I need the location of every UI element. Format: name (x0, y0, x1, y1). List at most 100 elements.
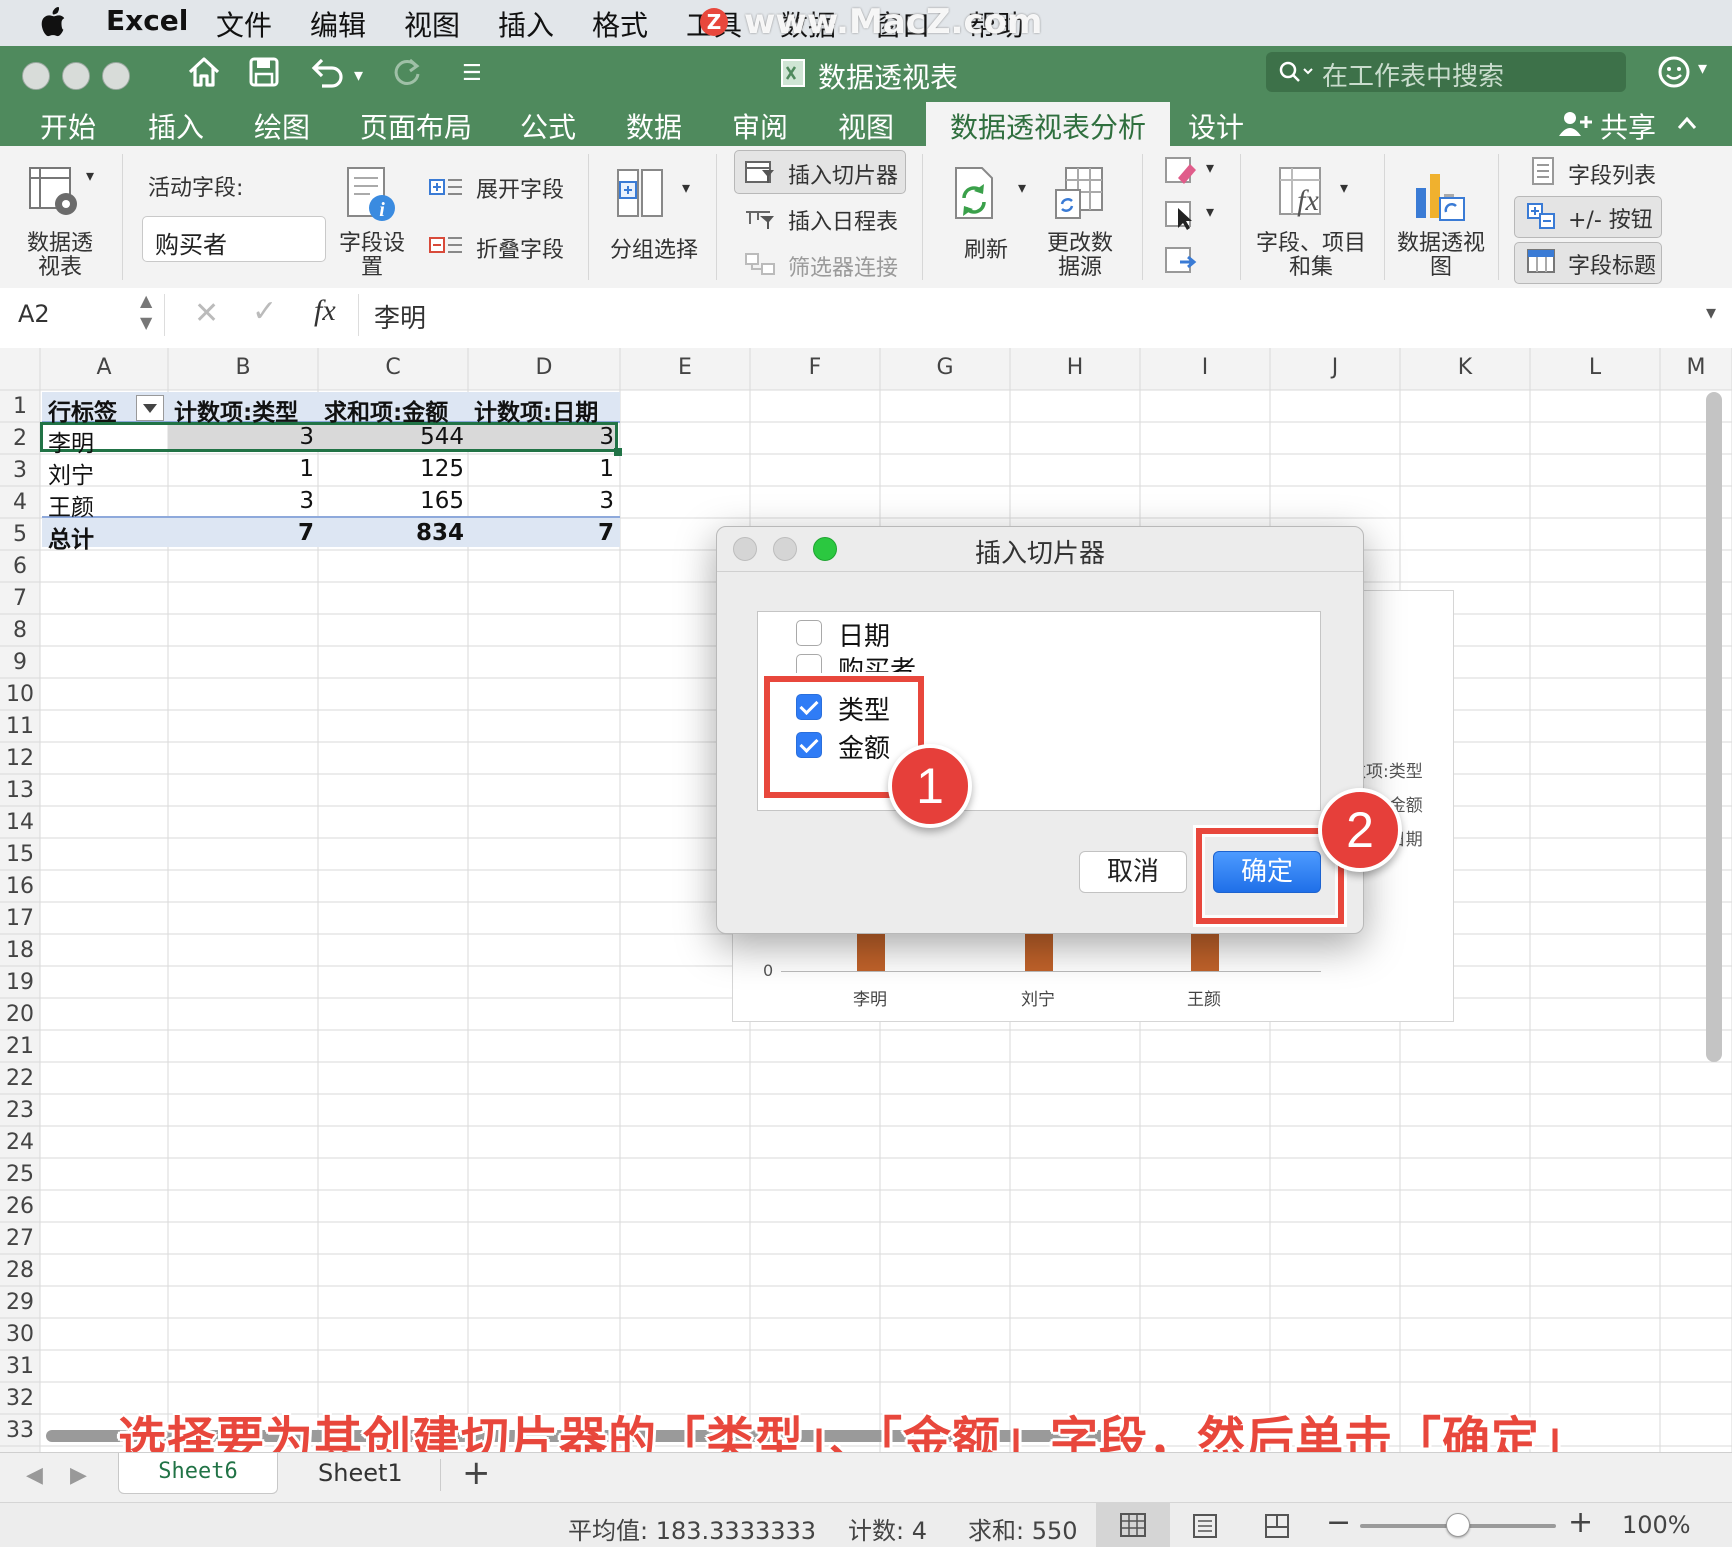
field-settings-icon[interactable]: i (344, 166, 400, 226)
clear-icon[interactable] (1164, 156, 1200, 186)
row-header-20[interactable]: 20 (0, 1002, 40, 1027)
pivot-cell[interactable]: 125 (318, 456, 464, 482)
share-button[interactable]: 共享 (1600, 106, 1656, 146)
row-header-23[interactable]: 23 (0, 1098, 40, 1123)
page-break-view-icon[interactable] (1264, 1513, 1290, 1539)
row-header-18[interactable]: 18 (0, 938, 40, 963)
row-header-11[interactable]: 11 (0, 714, 40, 739)
column-header-J[interactable]: J (1270, 348, 1400, 388)
row-header-26[interactable]: 26 (0, 1194, 40, 1219)
tab-page-layout[interactable]: 页面布局 (360, 106, 472, 146)
row-header-30[interactable]: 30 (0, 1322, 40, 1347)
pivot-cell[interactable]: 3 (168, 424, 314, 450)
function-icon[interactable]: fx (314, 294, 336, 328)
pivot-header-row-labels[interactable]: 行标签 (48, 393, 117, 427)
fields-items-sets-dropdown-icon[interactable]: ▾ (1340, 178, 1348, 197)
column-header-A[interactable]: A (40, 348, 168, 388)
select-icon[interactable] (1164, 200, 1200, 230)
row-header-1[interactable]: 1 (0, 394, 40, 419)
tab-design[interactable]: 设计 (1188, 106, 1244, 146)
active-field-input[interactable]: 购买者 (142, 216, 326, 262)
expand-field-label[interactable]: 展开字段 (476, 172, 564, 204)
row-header-27[interactable]: 27 (0, 1226, 40, 1251)
column-header-I[interactable]: I (1140, 348, 1270, 388)
collapse-ribbon-icon[interactable] (1676, 114, 1698, 132)
row-header-9[interactable]: 9 (0, 650, 40, 675)
row-header-25[interactable]: 25 (0, 1162, 40, 1187)
column-header-D[interactable]: D (468, 348, 620, 388)
normal-view-button[interactable] (1096, 1503, 1170, 1547)
pivot-total-cell[interactable]: 834 (318, 520, 464, 546)
pivot-chart-icon[interactable] (1410, 164, 1470, 224)
group-selection-label[interactable]: 分组选择 (610, 232, 698, 264)
sheet-search-input[interactable]: 在工作表中搜索 (1266, 52, 1626, 92)
page-layout-view-icon[interactable] (1192, 1513, 1218, 1539)
cancel-button[interactable]: 取消 (1079, 851, 1187, 893)
pivot-cell[interactable]: 1 (168, 456, 314, 482)
next-sheet-icon[interactable]: ▶ (70, 1463, 87, 1488)
tab-pivottable-analyze[interactable]: 数据透视表分析 (926, 102, 1171, 146)
refresh-icon[interactable] (946, 164, 1002, 224)
tab-draw[interactable]: 绘图 (254, 106, 310, 146)
apple-icon[interactable] (38, 6, 68, 38)
row-header-32[interactable]: 32 (0, 1386, 40, 1411)
fill-handle[interactable] (614, 448, 622, 456)
row-header-4[interactable]: 4 (0, 490, 40, 515)
column-header-B[interactable]: B (168, 348, 318, 388)
select-dropdown-icon[interactable]: ▾ (1206, 202, 1214, 221)
clear-dropdown-icon[interactable]: ▾ (1206, 158, 1214, 177)
prev-sheet-icon[interactable]: ◀ (26, 1463, 43, 1488)
row-labels-filter-button[interactable] (136, 395, 164, 421)
row-header-12[interactable]: 12 (0, 746, 40, 771)
save-icon[interactable] (248, 56, 280, 88)
sheet-tab-sheet1[interactable]: Sheet1 (318, 1459, 403, 1487)
row-header-5[interactable]: 5 (0, 522, 40, 547)
name-box-stepper-icon[interactable]: ▲ ▼ (140, 290, 152, 334)
column-header-M[interactable]: M (1660, 348, 1732, 388)
sheet-tab-sheet6[interactable]: Sheet6 (118, 1453, 278, 1494)
row-header-31[interactable]: 31 (0, 1354, 40, 1379)
row-header-21[interactable]: 21 (0, 1034, 40, 1059)
pivot-table-icon[interactable] (26, 164, 82, 220)
pivot-total-label[interactable]: 总计 (48, 520, 94, 554)
pivot-cell[interactable]: 544 (318, 424, 464, 450)
tab-review[interactable]: 审阅 (732, 106, 788, 146)
row-header-22[interactable]: 22 (0, 1066, 40, 1091)
timeline-icon[interactable] (744, 204, 778, 232)
row-header-24[interactable]: 24 (0, 1130, 40, 1155)
confirm-formula-icon[interactable]: ✓ (252, 294, 277, 329)
menu-insert[interactable]: 插入 (498, 4, 554, 44)
refresh-dropdown-icon[interactable]: ▾ (1018, 178, 1026, 197)
zoom-slider-thumb[interactable] (1446, 1513, 1470, 1537)
row-header-15[interactable]: 15 (0, 842, 40, 867)
pivot-total-cell[interactable]: 7 (168, 520, 314, 546)
tab-view[interactable]: 视图 (838, 106, 894, 146)
pivot-header-sum-amount[interactable]: 求和项:金额 (324, 393, 448, 427)
expand-field-icon[interactable] (428, 174, 464, 202)
pivot-total-cell[interactable]: 7 (468, 520, 614, 546)
row-header-3[interactable]: 3 (0, 458, 40, 483)
customize-toolbar-icon[interactable]: ☰ (462, 54, 482, 94)
group-selection-icon[interactable] (614, 166, 670, 222)
column-header-H[interactable]: H (1010, 348, 1140, 388)
row-header-29[interactable]: 29 (0, 1290, 40, 1315)
feedback-dropdown-icon[interactable]: ▾ (1698, 58, 1707, 79)
add-sheet-button[interactable]: + (462, 1453, 491, 1493)
row-header-19[interactable]: 19 (0, 970, 40, 995)
pivot-table-dropdown-icon[interactable]: ▾ (86, 166, 94, 185)
row-header-8[interactable]: 8 (0, 618, 40, 643)
group-selection-dropdown-icon[interactable]: ▾ (682, 178, 690, 197)
column-header-E[interactable]: E (620, 348, 750, 388)
menu-file[interactable]: 文件 (216, 4, 272, 44)
row-header-16[interactable]: 16 (0, 874, 40, 899)
tab-data[interactable]: 数据 (626, 106, 682, 146)
undo-dropdown-icon[interactable]: ▾ (354, 56, 363, 96)
pivot-header-count-date[interactable]: 计数项:日期 (474, 393, 598, 427)
row-header-17[interactable]: 17 (0, 906, 40, 931)
fields-items-sets-icon[interactable]: fx (1276, 164, 1336, 224)
menu-view[interactable]: 视图 (404, 4, 460, 44)
cancel-formula-icon[interactable]: ✕ (194, 296, 219, 331)
field-list-button[interactable]: 字段列表 (1568, 158, 1656, 190)
window-close-button[interactable] (22, 62, 50, 90)
undo-icon[interactable] (308, 56, 348, 88)
